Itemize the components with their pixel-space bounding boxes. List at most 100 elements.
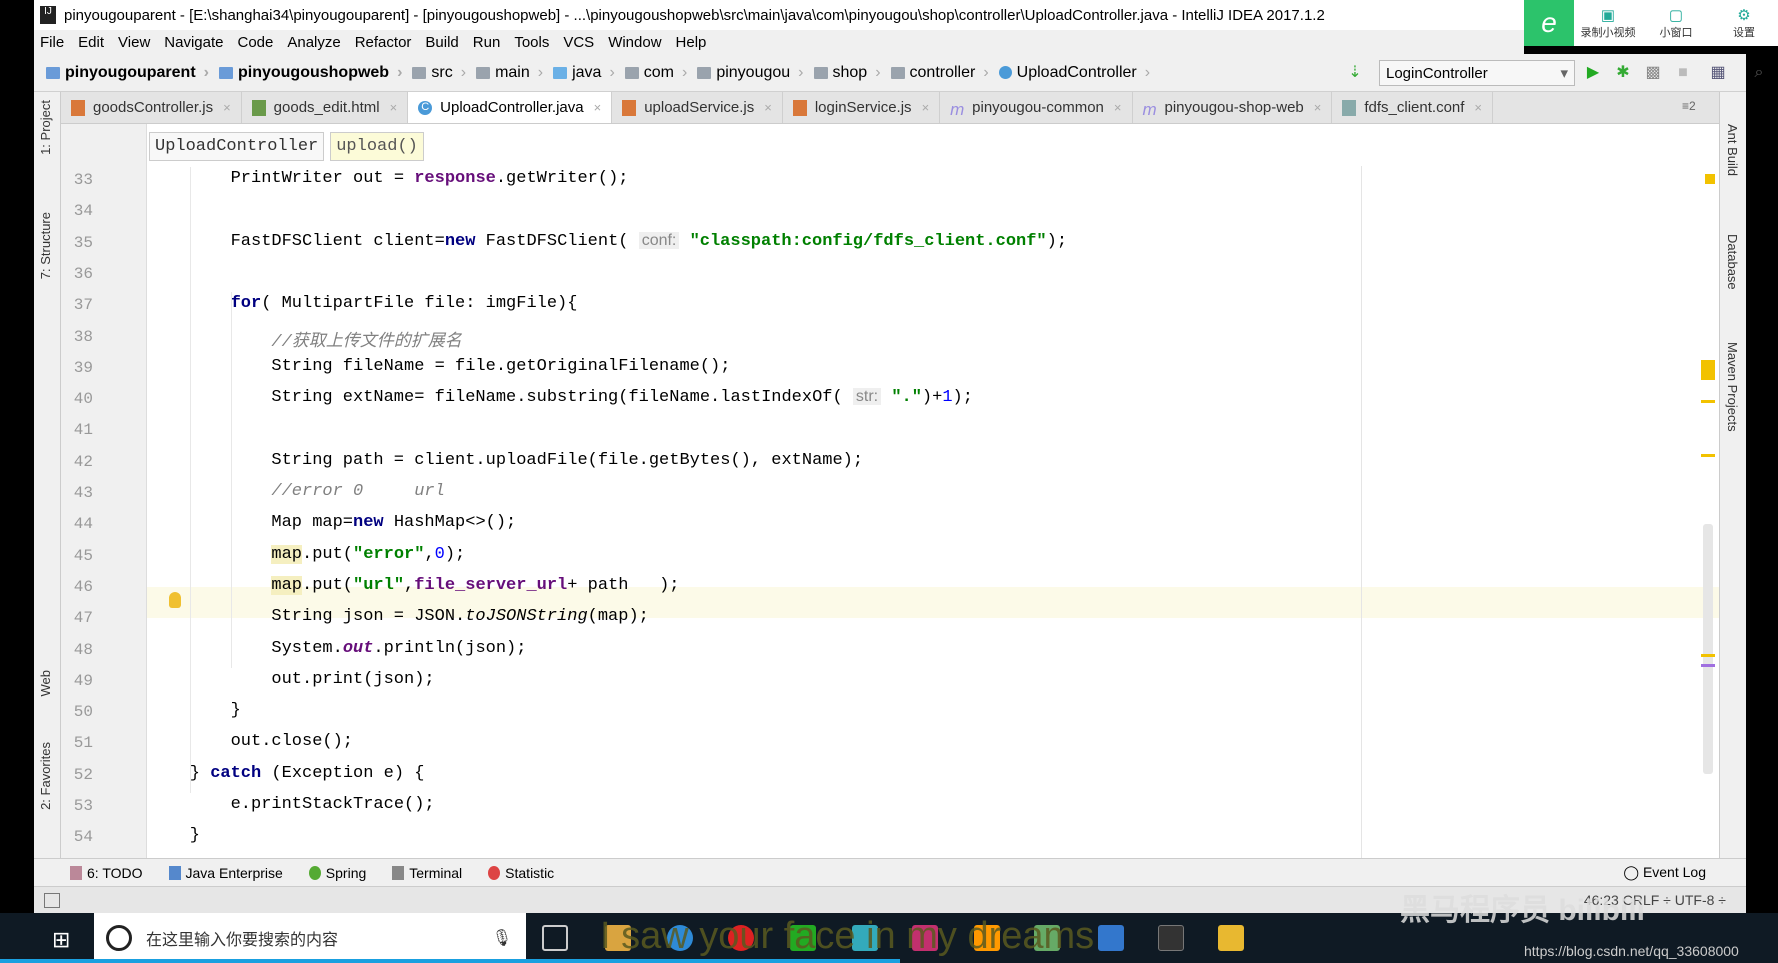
tab-uploadservice-js[interactable]: uploadService.js × [612, 92, 783, 123]
code-token: .put( [302, 575, 354, 595]
vertical-scrollbar[interactable] [1703, 524, 1713, 774]
tab-goods-edit-html[interactable]: goods_edit.html × [242, 92, 409, 123]
warning-marker[interactable] [1701, 400, 1715, 403]
menu-file[interactable]: File [40, 34, 64, 51]
tool-web[interactable]: Web [38, 670, 53, 697]
settings-button[interactable]: ⚙ 设置 [1710, 6, 1778, 40]
run-icon[interactable]: ▶ [1584, 64, 1602, 82]
warning-marker[interactable] [1701, 360, 1715, 380]
bottom-tool-bar: 6: TODO Java Enterprise Spring Terminal … [34, 858, 1746, 886]
tool-favorites[interactable]: 2: Favorites [38, 742, 53, 810]
debug-icon[interactable]: ✱ [1614, 64, 1632, 82]
close-icon[interactable]: × [223, 100, 231, 115]
tool-todo[interactable]: 6: TODO [70, 865, 143, 881]
tab-pinyougou-common[interactable]: m pinyougou-common × [940, 92, 1133, 123]
nav-crumb[interactable]: java › [553, 64, 615, 82]
menu-refactor[interactable]: Refactor [355, 34, 412, 51]
nav-crumb-label: UploadController [1016, 63, 1137, 81]
tab-pinyougou-shop-web[interactable]: m pinyougou-shop-web × [1133, 92, 1333, 123]
todo-icon [70, 865, 82, 880]
tab-loginservice-js[interactable]: loginService.js × [783, 92, 941, 123]
tool-statistic[interactable]: Statistic [488, 865, 554, 881]
windows-start-icon[interactable]: ⊞ [52, 927, 70, 953]
menu-view[interactable]: View [118, 34, 150, 51]
nav-crumb[interactable]: controller › [890, 63, 989, 82]
mini-window-button[interactable]: ▢ 小窗口 [1642, 6, 1710, 40]
parameter-hint: conf: [638, 231, 680, 249]
menu-code[interactable]: Code [237, 34, 273, 51]
tab-fdfs-client-conf[interactable]: fdfs_client.conf × [1332, 92, 1494, 123]
menu-tools[interactable]: Tools [514, 34, 549, 51]
lightbulb-icon[interactable] [169, 592, 181, 608]
file-explorer-icon[interactable] [1218, 925, 1244, 951]
tool-project[interactable]: 1: Project [38, 100, 53, 155]
warning-marker[interactable] [1705, 174, 1715, 184]
menu-build[interactable]: Build [425, 34, 458, 51]
tool-maven-projects[interactable]: Maven Projects [1725, 342, 1740, 432]
warning-marker[interactable] [1701, 454, 1715, 457]
code-token: } [189, 826, 200, 846]
close-icon[interactable]: × [390, 100, 398, 115]
close-icon[interactable]: × [1314, 100, 1322, 115]
menu-edit[interactable]: Edit [78, 34, 104, 51]
close-icon[interactable]: × [1474, 100, 1482, 115]
menu-navigate[interactable]: Navigate [164, 34, 223, 51]
crumb-method[interactable]: upload() [330, 132, 424, 161]
run-config-select[interactable]: LoginController ▾ [1379, 60, 1575, 86]
tool-ant-build[interactable]: Ant Build [1725, 124, 1740, 176]
nav-crumb[interactable]: main › [476, 64, 543, 82]
close-icon[interactable]: × [764, 100, 772, 115]
menu-analyze[interactable]: Analyze [287, 34, 340, 51]
close-icon[interactable]: × [1114, 100, 1122, 115]
nav-crumb[interactable]: pinyougouparent › [46, 64, 209, 82]
menu-help[interactable]: Help [676, 34, 707, 51]
stop-icon[interactable]: ■ [1674, 64, 1692, 82]
module-icon [46, 66, 60, 79]
tool-terminal[interactable]: Terminal [392, 865, 462, 881]
line-number: 40 [73, 390, 93, 409]
tabs-overflow-button[interactable]: ≡2 [1682, 99, 1696, 113]
tab-label: uploadService.js [644, 99, 755, 116]
taskbar-accent [0, 959, 900, 963]
code-token: map [271, 575, 302, 595]
menu-run[interactable]: Run [473, 34, 501, 51]
close-icon[interactable]: × [922, 100, 930, 115]
code-token: .println(json); [373, 638, 527, 658]
event-log-button[interactable]: ◯ Event Log [1623, 864, 1706, 881]
tab-goodscontroller-js[interactable]: goodsController.js × [61, 92, 242, 123]
tool-structure[interactable]: 7: Structure [38, 212, 53, 279]
nav-crumb[interactable]: pinyougou › [697, 64, 804, 82]
usage-marker[interactable] [1701, 664, 1715, 667]
nav-crumb[interactable]: com › [624, 64, 687, 82]
tab-uploadcontroller-java[interactable]: C UploadController.java × [408, 92, 613, 123]
folder-icon [697, 66, 712, 79]
nav-crumb[interactable]: UploadController › [998, 63, 1150, 82]
code-line: String path = client.uploadFile(file.get… [271, 451, 863, 470]
indent-guide [189, 167, 191, 793]
project-structure-icon[interactable]: ▦ [1709, 64, 1727, 82]
nav-crumb[interactable]: src › [412, 64, 466, 82]
app-icon-9[interactable] [1098, 925, 1124, 951]
breadcrumb: pinyougouparent › pinyougoushopweb › src › mai… [46, 64, 1160, 82]
code-editor[interactable]: 33 34 35 36 37 38 39 40 41 42 43 44 45 46 47 48 49 50 51 52… [61, 124, 1719, 858]
taskbar-search[interactable]: 在这里输入你要搜索的内容 🎙 [94, 913, 526, 963]
tool-java-enterprise[interactable]: Java Enterprise [168, 865, 283, 881]
cmd-icon[interactable] [1158, 925, 1184, 951]
coverage-icon[interactable]: ▩ [1644, 64, 1662, 82]
nav-crumb[interactable]: pinyougoushopweb › [218, 64, 402, 82]
close-icon[interactable]: × [594, 100, 602, 115]
tool-database[interactable]: Database [1725, 234, 1740, 290]
nav-crumb-label: controller [909, 63, 976, 81]
microphone-icon[interactable]: 🎙 [492, 928, 512, 948]
crumb-class[interactable]: UploadController [149, 132, 325, 161]
task-view-icon[interactable] [542, 925, 568, 951]
search-icon[interactable]: ⌕ [1750, 64, 1768, 82]
tool-spring[interactable]: Spring [308, 865, 366, 881]
record-video-button[interactable]: ▣ 录制小视频 [1574, 6, 1642, 40]
warning-marker[interactable] [1701, 654, 1715, 657]
menu-vcs[interactable]: VCS [563, 34, 594, 51]
nav-crumb[interactable]: shop › [813, 64, 881, 82]
menu-window[interactable]: Window [608, 34, 661, 51]
vcs-update-icon[interactable]: ⇣ [1346, 64, 1364, 82]
toggle-tool-windows-icon[interactable] [44, 893, 60, 908]
